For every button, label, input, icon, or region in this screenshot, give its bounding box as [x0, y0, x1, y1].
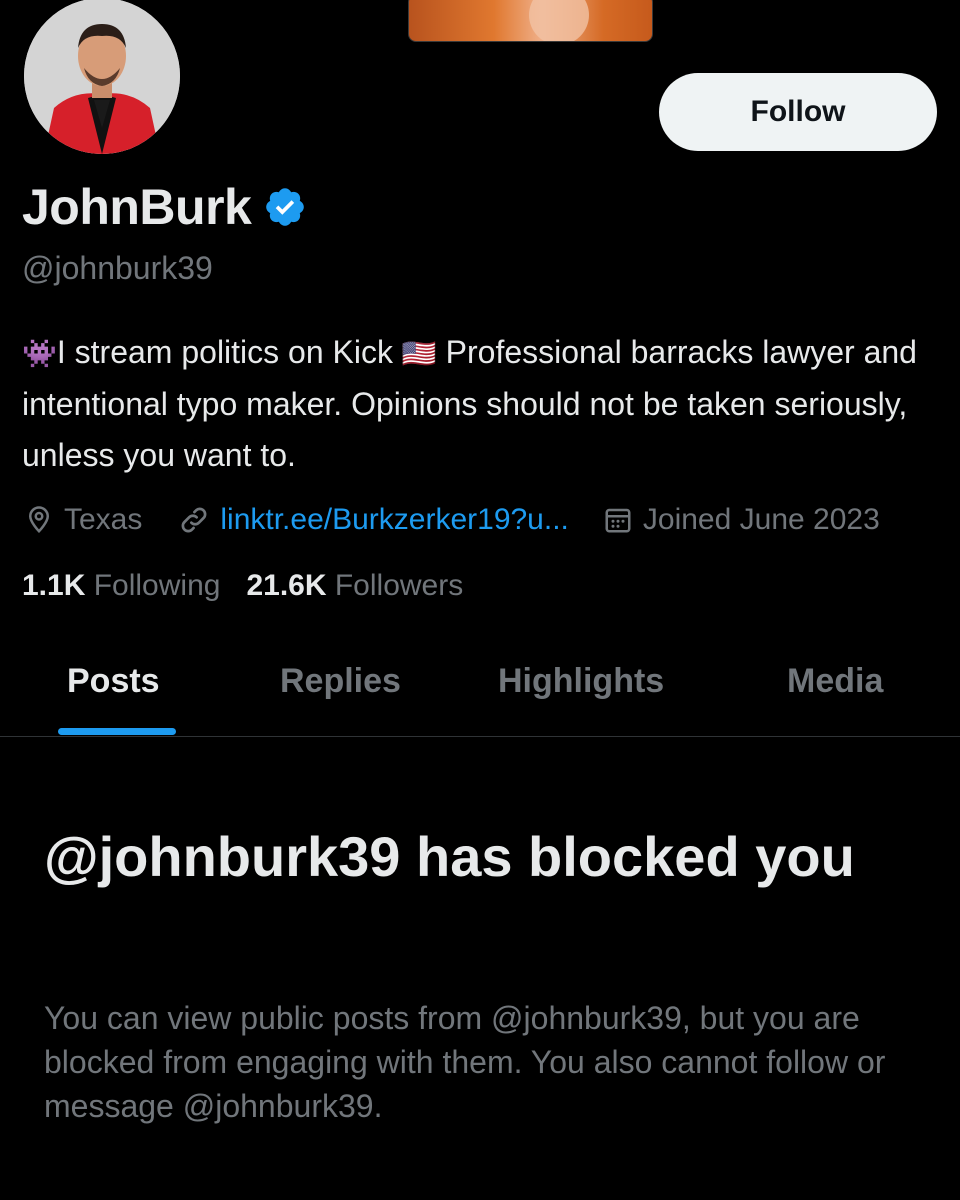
profile-meta: Texas linktr.ee/Burkzerker19?u... Joined… [24, 500, 944, 540]
tab-media[interactable]: Media [787, 662, 883, 701]
alien-monster-emoji: 👾 [22, 337, 57, 370]
joined-text: Joined June 2023 [642, 503, 880, 536]
location-pin-icon [28, 506, 50, 534]
following-label: Following [93, 569, 221, 602]
verified-badge-icon[interactable] [263, 185, 307, 229]
tab-highlights[interactable]: Highlights [498, 662, 664, 701]
profile-handle: @johnburk39 [22, 250, 213, 286]
profile-link[interactable]: linktr.ee/Burkzerker19?u... [178, 503, 569, 537]
profile-link-text[interactable]: linktr.ee/Burkzerker19?u... [220, 503, 569, 537]
followers-label: Followers [334, 569, 464, 602]
link-icon [181, 507, 207, 533]
avatar-photo [24, 0, 180, 154]
location-text: Texas [64, 503, 143, 536]
follow-button[interactable]: Follow [659, 73, 937, 151]
followers-count: 21.6K [246, 569, 327, 602]
following-stat[interactable]: 1.1K Following [22, 569, 220, 603]
calendar-icon [605, 508, 631, 533]
active-tab-indicator [58, 728, 176, 735]
bio-text-1: I stream politics on Kick [56, 334, 402, 370]
following-count: 1.1K [22, 569, 86, 602]
joined-date: Joined June 2023 [603, 503, 880, 537]
profile-name-row: JohnBurk [22, 178, 307, 236]
avatar[interactable] [22, 0, 182, 156]
follow-stats: 1.1K Following 21.6K Followers [22, 569, 463, 603]
display-name: JohnBurk [22, 179, 252, 235]
banner-image[interactable] [408, 0, 653, 42]
profile-bio: 👾I stream politics on Kick 🇺🇸 Profession… [22, 327, 942, 481]
tab-posts[interactable]: Posts [67, 662, 160, 701]
us-flag-emoji: 🇺🇸 [401, 337, 437, 370]
location: Texas [24, 503, 142, 537]
followers-stat[interactable]: 21.6K Followers [246, 569, 463, 603]
blocked-description: You can view public posts from @johnburk… [44, 1000, 886, 1124]
profile-tabs: Posts Replies Highlights Media [0, 640, 960, 737]
blocked-title: @johnburk39 has blocked you [44, 825, 855, 888]
tab-replies[interactable]: Replies [280, 662, 401, 701]
